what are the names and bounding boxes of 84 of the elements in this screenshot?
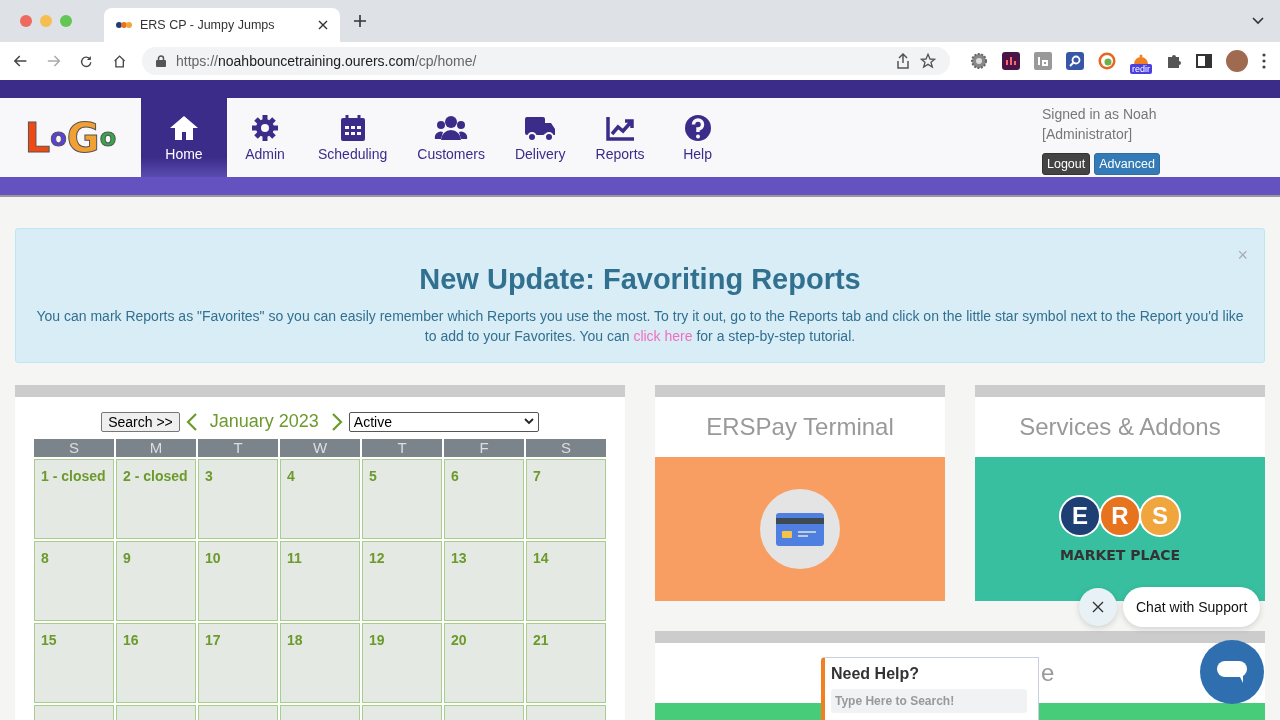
weekday-header: S (526, 439, 606, 457)
close-icon[interactable] (318, 20, 328, 30)
bell-icon (1132, 54, 1150, 64)
day-cell[interactable]: 17 (198, 623, 278, 703)
card-title: e (1041, 659, 1055, 687)
day-cell[interactable]: 14 (526, 541, 606, 621)
people-icon (434, 113, 469, 142)
chat-button[interactable]: Chat with Support (1123, 587, 1261, 627)
lock-icon (156, 55, 166, 67)
tab-title: ERS CP - Jumpy Jumps (140, 18, 276, 32)
day-cell[interactable]: 3 (198, 459, 278, 539)
alert-text: You can mark Reports as "Favorites" so you can easily remember which Reports you use the most. To try it out, go to the Reports tab and click on the little star symbol next to the Report you'd like to add to your Favorites. You can click here for a step-by-step tutorial. (36, 307, 1244, 346)
more-icon[interactable] (1262, 53, 1266, 69)
day-cell[interactable]: 20 (444, 623, 524, 703)
close-window-icon[interactable] (20, 15, 32, 27)
close-button[interactable] (1079, 588, 1117, 626)
month-title: January 2023 (209, 411, 319, 432)
card-title: Services & Addons (1018, 412, 1222, 442)
avatar[interactable] (1226, 50, 1248, 72)
day-cell[interactable]: 12 (362, 541, 442, 621)
logo[interactable]: LoGo (0, 98, 141, 177)
card-title: ERSPay Terminal (705, 412, 895, 442)
tutorial-link[interactable]: click here (633, 328, 693, 344)
day-cell[interactable]: 9 (116, 541, 196, 621)
help-search-field[interactable]: Type Here to Search! (831, 689, 1027, 713)
chevron-down-icon[interactable] (1252, 17, 1264, 25)
nav-tab[interactable]: Reports (580, 98, 660, 177)
reload-icon[interactable] (80, 53, 93, 69)
favicon-icon (116, 21, 132, 29)
previous-month-icon[interactable] (185, 412, 198, 431)
weekday-header: T (198, 439, 278, 457)
day-cell[interactable]: 1 - closed (34, 459, 114, 539)
help-title: Need Help? (831, 665, 920, 683)
status-dropdown[interactable]: Active (348, 411, 539, 432)
day-cell[interactable]: 19 (362, 623, 442, 703)
puzzle-icon[interactable] (1166, 53, 1182, 69)
day-cell[interactable]: 4 (280, 459, 360, 539)
nav-tab[interactable]: Help (659, 98, 736, 177)
bar-chart-icon[interactable] (1002, 52, 1020, 70)
day-cell[interactable]: 11 (280, 541, 360, 621)
day-cell[interactable]: 18 (280, 623, 360, 703)
day-cell[interactable]: 15 (34, 623, 114, 703)
marketplace-logo[interactable]: E R S MARKET PLACE (1059, 495, 1181, 563)
nav-tab[interactable]: Scheduling (303, 98, 403, 177)
day-cell[interactable]: 13 (444, 541, 524, 621)
day-cell[interactable]: 16 (116, 623, 196, 703)
day-cell[interactable]: 5 (362, 459, 442, 539)
weekday-header: M (116, 439, 196, 457)
logout-button[interactable]: Logout (1042, 153, 1091, 175)
credit-card-icon[interactable] (760, 489, 840, 569)
day-cell[interactable]: 2 - closed (116, 459, 196, 539)
close-icon (1092, 601, 1104, 613)
caret-icon (523, 418, 534, 425)
home-icon[interactable] (112, 53, 126, 69)
extension-icon[interactable] (1034, 52, 1052, 70)
day-cell[interactable]: 10 (198, 541, 278, 621)
next-month-icon[interactable] (330, 412, 343, 431)
browser-tab[interactable]: ERS CP - Jumpy Jumps (104, 8, 340, 42)
day-cell[interactable]: 21 (526, 623, 606, 703)
day-cell[interactable]: 8 (34, 541, 114, 621)
weekday-header: W (280, 439, 360, 457)
nav-tab[interactable]: Customers (402, 98, 500, 177)
url-text: https://noahbouncetraining.ourers.com/cp/home/ (176, 53, 477, 69)
weekday-header: F (444, 439, 524, 457)
weekday-header: S (34, 439, 114, 457)
signed-in-text: Signed in as Noah [Administrator] (1042, 105, 1158, 144)
close-button[interactable]: × (1237, 245, 1248, 266)
advanced-button[interactable]: Advanced (1094, 153, 1160, 175)
address-field[interactable]: https://noahbouncetraining.ourers.com/cp/home/ (142, 47, 950, 75)
nav-tab[interactable]: Admin (227, 98, 303, 177)
search-button[interactable]: Search >> (101, 411, 180, 432)
day-cell[interactable]: 6 (444, 459, 524, 539)
new-tab-icon[interactable] (354, 15, 366, 27)
sidebar-icon[interactable] (1196, 54, 1212, 68)
nav-tab[interactable]: Home (141, 98, 227, 177)
back-icon[interactable] (14, 54, 28, 68)
magnifier-icon[interactable] (1066, 52, 1084, 70)
day-cell[interactable]: 7 (526, 459, 606, 539)
star-icon[interactable] (920, 53, 936, 69)
nav-tab[interactable]: Delivery (499, 98, 581, 177)
weekday-header: T (362, 439, 442, 457)
gear-icon[interactable] (970, 52, 988, 70)
alert-title: New Update: Favoriting Reports (418, 263, 862, 296)
share-icon[interactable] (896, 53, 910, 69)
